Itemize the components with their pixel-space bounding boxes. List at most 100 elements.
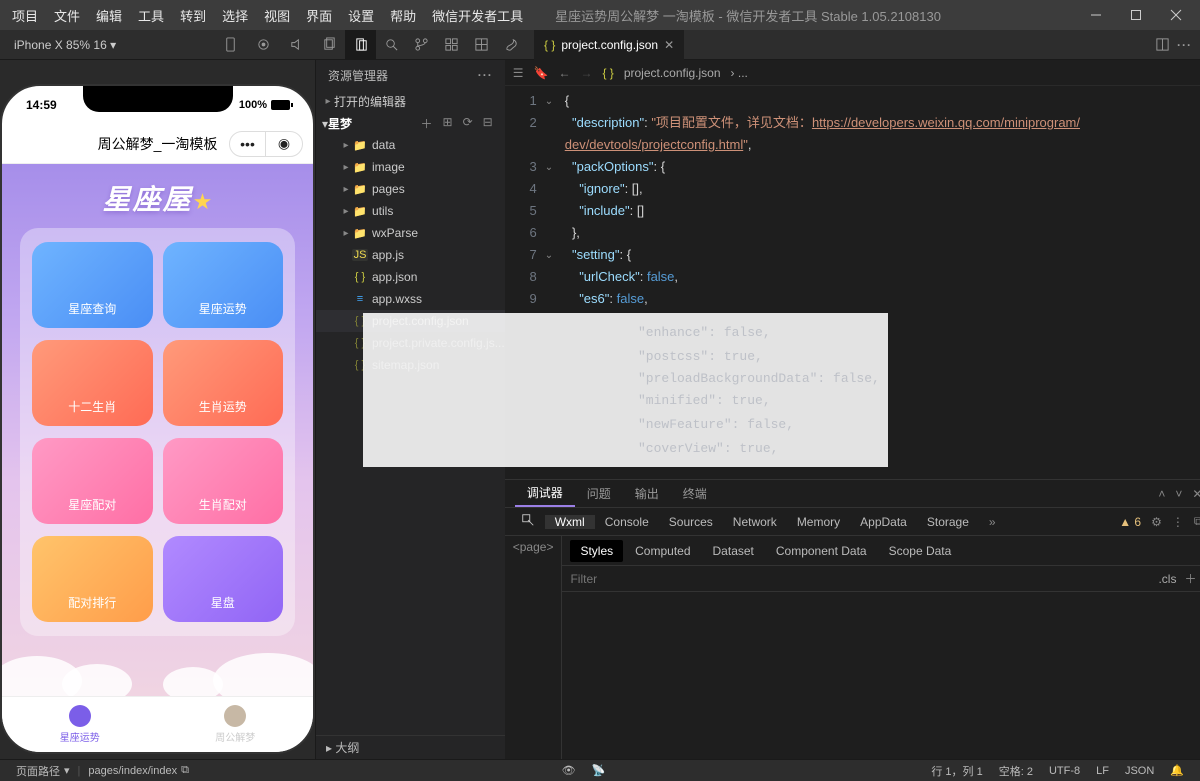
mute-icon[interactable] [289, 37, 304, 52]
tree-app.js[interactable]: JSapp.js [316, 244, 505, 266]
devtools-panel-Console[interactable]: Console [595, 515, 659, 529]
tree-pages[interactable]: ▸📁pages [316, 178, 505, 200]
status-JSON[interactable]: JSON [1117, 763, 1162, 779]
dock-icon[interactable]: ⧉ [1194, 514, 1200, 529]
page-path-value[interactable]: pages/index/index ⧉ [80, 764, 197, 777]
menu-设置[interactable]: 设置 [340, 6, 382, 25]
capsule-menu-button[interactable]: ••• [230, 132, 266, 156]
search-icon[interactable] [376, 30, 406, 60]
elements-tree[interactable]: <page> [505, 536, 563, 759]
code-editor[interactable]: 123456789 ⌄⌄⌄ { "description": "项目配置文件，详… [505, 86, 1200, 479]
cls-toggle[interactable]: .cls [1158, 572, 1176, 586]
more-icon[interactable]: ⋮ [1172, 515, 1184, 529]
window-minimize-button[interactable] [1076, 0, 1116, 30]
split-editor-icon[interactable] [1147, 37, 1177, 52]
devtools-icon[interactable] [496, 30, 526, 60]
files-icon[interactable] [346, 30, 376, 60]
feature-星座查询[interactable]: 星座查询 [32, 242, 153, 328]
menu-微信开发者工具[interactable]: 微信开发者工具 [424, 6, 531, 25]
devtools-tab-调试器[interactable]: 调试器 [515, 480, 575, 507]
menu-转到[interactable]: 转到 [172, 6, 214, 25]
warning-badge[interactable]: ▲ 6 [1119, 515, 1141, 529]
close-icon[interactable]: ✕ [664, 38, 674, 52]
extensions-icon[interactable] [436, 30, 466, 60]
preview-icon[interactable]: 👁 [554, 764, 584, 777]
tabbar-星座运势[interactable]: 星座运势 [2, 697, 158, 752]
feature-生肖配对[interactable]: 生肖配对 [163, 438, 284, 524]
chevron-up-icon[interactable]: ˄ [1158, 487, 1165, 501]
new-folder-icon[interactable]: ⊞ [443, 115, 453, 132]
devtools-tab-终端[interactable]: 终端 [671, 480, 719, 507]
tree-project.config.json[interactable]: { }project.config.json [316, 310, 505, 332]
menu-文件[interactable]: 文件 [46, 6, 88, 25]
tree-project.private.config.js...[interactable]: { }project.private.config.js... [316, 332, 505, 354]
broadcast-icon[interactable]: 📡 [584, 764, 614, 777]
tree-wxParse[interactable]: ▸📁wxParse [316, 222, 505, 244]
styles-tab-Scope Data[interactable]: Scope Data [879, 540, 962, 562]
devtools-panel-Memory[interactable]: Memory [787, 515, 850, 529]
page-path-label[interactable]: 页面路径 ▾ [8, 763, 78, 779]
feature-星盘[interactable]: 星盘 [163, 536, 284, 622]
more-icon[interactable]: ··· [1177, 38, 1192, 52]
project-section[interactable]: ▾星梦 ＋ ⊞ ⟳ ⊟ [316, 112, 505, 134]
status-LF[interactable]: LF [1088, 763, 1117, 779]
editor-tab[interactable]: { } project.config.json ✕ [534, 30, 684, 60]
grid-icon[interactable] [466, 30, 496, 60]
close-icon[interactable]: ✕ [1192, 487, 1200, 501]
status-空格: 2[interactable]: 空格: 2 [991, 763, 1041, 779]
menu-编辑[interactable]: 编辑 [88, 6, 130, 25]
feature-生肖运势[interactable]: 生肖运势 [163, 340, 284, 426]
feature-配对排行[interactable]: 配对排行 [32, 536, 153, 622]
window-close-button[interactable] [1156, 0, 1196, 30]
tree-app.json[interactable]: { }app.json [316, 266, 505, 288]
menu-界面[interactable]: 界面 [298, 6, 340, 25]
bell-icon[interactable]: 🔔 [1162, 764, 1192, 777]
devtools-panel-Wxml[interactable]: Wxml [545, 515, 595, 529]
menu-工具[interactable]: 工具 [130, 6, 172, 25]
phone-icon[interactable] [223, 37, 238, 52]
tree-sitemap.json[interactable]: { }sitemap.json [316, 354, 505, 376]
tree-app.wxss[interactable]: ≡app.wxss [316, 288, 505, 310]
breadcrumb-file[interactable]: project.config.json [624, 66, 721, 80]
inspect-icon[interactable] [515, 513, 541, 530]
branch-icon[interactable] [406, 30, 436, 60]
refresh-icon[interactable]: ⟳ [463, 115, 473, 132]
gear-icon[interactable]: ⚙ [1151, 515, 1162, 529]
device-selector[interactable]: iPhone X 85% 16 ▾ [8, 36, 122, 54]
devtools-panel-Sources[interactable]: Sources [659, 515, 723, 529]
feature-十二生肖[interactable]: 十二生肖 [32, 340, 153, 426]
capsule-close-button[interactable]: ◉ [266, 132, 302, 156]
menu-帮助[interactable]: 帮助 [382, 6, 424, 25]
copy-icon[interactable] [322, 37, 337, 52]
devtools-tab-输出[interactable]: 输出 [623, 480, 671, 507]
menu-项目[interactable]: 项目 [4, 6, 46, 25]
bookmark-icon[interactable]: 🔖 [534, 66, 549, 80]
status-UTF-8[interactable]: UTF-8 [1041, 763, 1088, 779]
tree-image[interactable]: ▸📁image [316, 156, 505, 178]
list-icon[interactable]: ☰ [513, 66, 524, 80]
window-maximize-button[interactable] [1116, 0, 1156, 30]
feature-星座运势[interactable]: 星座运势 [163, 242, 284, 328]
chevron-down-icon[interactable]: ˅ [1175, 487, 1182, 501]
record-icon[interactable] [256, 37, 271, 52]
back-icon[interactable]: ← [558, 66, 570, 80]
devtools-panel-AppData[interactable]: AppData [850, 515, 917, 529]
devtools-panel-Network[interactable]: Network [723, 515, 787, 529]
devtools-tab-问题[interactable]: 问题 [575, 480, 623, 507]
styles-filter-input[interactable] [570, 572, 1158, 586]
outline-section[interactable]: ▸ 大纲 [316, 735, 505, 759]
styles-tab-Component Data[interactable]: Component Data [766, 540, 877, 562]
devtools-panel-Storage[interactable]: Storage [917, 515, 979, 529]
styles-tab-Computed[interactable]: Computed [625, 540, 700, 562]
tabs-more-icon[interactable]: » [983, 515, 1002, 529]
more-icon[interactable]: ··· [478, 68, 493, 82]
tree-data[interactable]: ▸📁data [316, 134, 505, 156]
add-style-icon[interactable]: ＋ [1176, 570, 1200, 587]
opened-editors-section[interactable]: ▸打开的编辑器 [316, 90, 505, 112]
menu-视图[interactable]: 视图 [256, 6, 298, 25]
feature-星座配对[interactable]: 星座配对 [32, 438, 153, 524]
menu-选择[interactable]: 选择 [214, 6, 256, 25]
styles-tab-Dataset[interactable]: Dataset [703, 540, 764, 562]
collapse-icon[interactable]: ⊟ [483, 115, 493, 132]
new-file-icon[interactable]: ＋ [421, 115, 433, 132]
